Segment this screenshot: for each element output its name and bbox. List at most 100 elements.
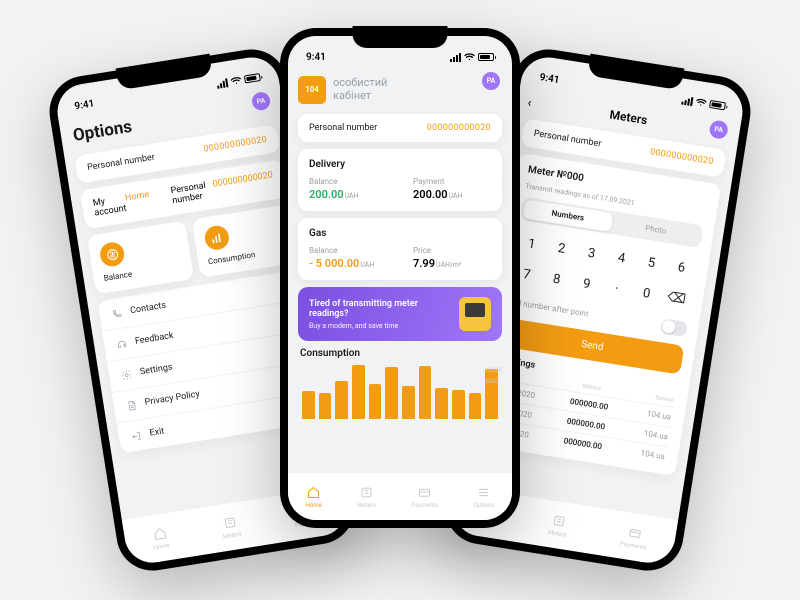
headset-icon [114, 337, 128, 351]
tab-home[interactable]: Home [306, 485, 322, 509]
delivery-balance-value: 200.00 [309, 188, 344, 201]
battery-icon [478, 53, 494, 61]
battery-icon [244, 73, 261, 83]
exit-icon [129, 429, 143, 443]
consumption-chart: 10000 5000 [298, 365, 502, 419]
tab-label: Home [153, 542, 170, 551]
keypad-key[interactable]: 5 [634, 246, 669, 281]
chart-bar [352, 365, 365, 419]
chart-bar [469, 393, 482, 419]
wifi-icon [230, 76, 242, 86]
modem-icon [459, 297, 491, 331]
gas-title: Gas [309, 228, 491, 239]
keypad-key[interactable]: 6 [664, 250, 699, 285]
keypad-key[interactable]: 3 [574, 236, 609, 271]
tab-label: Options [473, 502, 494, 509]
gas-price-value: 7.99 [413, 257, 435, 270]
y-tick: 5000 [485, 378, 502, 385]
chart-bar [402, 386, 415, 419]
tab-label: Meters [548, 528, 568, 538]
banner-subtitle: Buy a modem, and save time [309, 322, 451, 330]
chart-bar [452, 390, 465, 419]
chart-bar [319, 393, 332, 419]
consumption-title: Consumption [300, 348, 500, 359]
brand-header: 104 особистий кабінет [298, 76, 502, 104]
delivery-payment-unit: UAH [449, 192, 463, 200]
balance-icon [98, 241, 125, 268]
tab-payments[interactable]: Payments [619, 523, 649, 551]
wifi-icon [464, 53, 475, 61]
personal-number-value-2: 000000000020 [212, 170, 275, 199]
delivery-balance-label: Balance [309, 177, 387, 186]
personal-number-value: 000000000020 [427, 123, 491, 133]
tab-meters[interactable]: Meters [548, 512, 570, 539]
consumption-icon [203, 224, 230, 251]
chart-bar [435, 388, 448, 419]
chart-bar [419, 366, 432, 419]
tab-label: Home [306, 502, 322, 509]
signal-icon [216, 78, 228, 89]
status-time: 9:41 [539, 72, 560, 86]
delivery-title: Delivery [309, 159, 491, 170]
decimal-toggle[interactable] [660, 318, 688, 337]
menu-label: Settings [139, 362, 173, 377]
keypad-key[interactable]: · [599, 271, 634, 306]
keypad-key[interactable]: ⌫ [659, 281, 694, 316]
menu-label: Contacts [130, 301, 167, 317]
tab-label: Meters [357, 502, 376, 509]
gas-price-unit: UAH/m³ [436, 261, 462, 269]
phone-icon [110, 307, 124, 321]
gas-balance-value: - 5 000.00 [309, 257, 359, 270]
banner-title: Tired of transmitting meter readings? [309, 299, 451, 319]
wifi-icon [695, 98, 707, 108]
signal-icon [681, 95, 693, 106]
gas-price-label: Price [413, 246, 491, 255]
keypad-key[interactable]: 4 [604, 241, 639, 276]
balance-tile[interactable]: Balance [87, 221, 194, 295]
tab-label: Payments [411, 502, 438, 509]
tab-options[interactable]: Options [473, 485, 494, 509]
keypad-key[interactable]: 9 [569, 267, 604, 302]
delivery-card: Delivery Balance 200.00UAH Payment 200.0… [298, 149, 502, 211]
signal-icon [450, 53, 461, 62]
personal-number-label: Personal number [309, 123, 377, 133]
tab-bar: Home Meters Payments Options [288, 472, 512, 520]
tab-numbers[interactable]: Numbers [522, 199, 613, 232]
y-tick: 10000 [485, 367, 502, 374]
personal-number-label-2: Personal number [170, 180, 215, 206]
chart-bar [302, 391, 315, 419]
tab-payments[interactable]: Payments [411, 485, 438, 509]
tab-meters[interactable]: Meters [220, 513, 242, 540]
brand-title: особистий кабінет [333, 77, 387, 102]
phone-home: 9:41 PA 104 особистий кабінет Personal n… [280, 28, 520, 528]
personal-number-row[interactable]: Personal number 000000000020 [298, 114, 502, 142]
status-time: 9:41 [306, 52, 326, 63]
my-account-row[interactable]: My account Home [80, 179, 164, 229]
my-account-label: My account [92, 193, 127, 218]
keypad-key[interactable]: 2 [544, 231, 579, 266]
tab-photo[interactable]: Photo [610, 213, 701, 246]
chart-bar [369, 384, 382, 419]
personal-number-value: 000000000020 [649, 147, 714, 167]
chart-bar [335, 381, 348, 419]
brand-logo: 104 [298, 76, 326, 104]
personal-number-label: Personal number [533, 129, 602, 150]
document-icon [124, 398, 138, 412]
delivery-balance-unit: UAH [345, 192, 359, 200]
my-account-value: Home [124, 189, 151, 213]
tab-meters[interactable]: Meters [357, 485, 376, 509]
chart-bar [385, 367, 398, 419]
personal-number-label: Personal number [87, 153, 156, 174]
keypad-key[interactable]: 0 [629, 276, 664, 311]
gas-balance-label: Balance [309, 246, 387, 255]
promo-banner[interactable]: Tired of transmitting meter readings? Bu… [298, 287, 502, 341]
gear-icon [119, 368, 133, 382]
gas-balance-unit: UAH [360, 261, 374, 269]
delivery-payment-value: 200.00 [413, 188, 448, 201]
menu-label: Feedback [134, 331, 174, 347]
battery-icon [709, 100, 726, 110]
status-time: 9:41 [74, 98, 95, 112]
tab-label: Payments [619, 540, 646, 551]
tab-home[interactable]: Home [150, 525, 170, 551]
keypad-key[interactable]: 8 [539, 262, 574, 297]
